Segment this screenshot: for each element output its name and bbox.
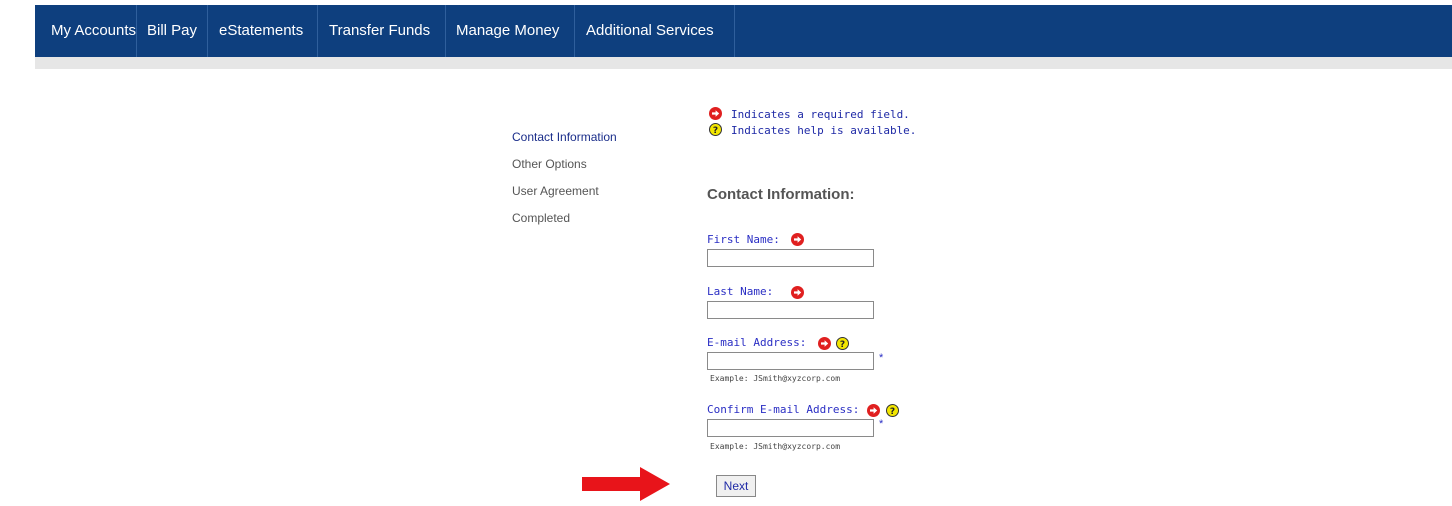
last-name-field[interactable] <box>707 301 874 319</box>
next-button[interactable]: Next <box>716 475 756 497</box>
legend-help-text: Indicates help is available. <box>731 124 917 137</box>
nav-separator <box>445 5 446 57</box>
confirm-email-asterisk: * <box>879 418 884 430</box>
nav-my-accounts[interactable]: My Accounts <box>51 5 136 57</box>
step-contact-information: Contact Information <box>512 130 617 144</box>
step-completed: Completed <box>512 211 571 225</box>
nav-separator <box>734 5 735 57</box>
red-pointer-arrow-icon <box>582 467 670 506</box>
svg-text:?: ? <box>840 340 845 350</box>
section-title: Contact Information: <box>707 186 855 203</box>
nav-separator <box>574 5 575 57</box>
step-user-agreement: User Agreement <box>512 184 599 198</box>
svg-text:?: ? <box>890 407 895 417</box>
confirm-email-field[interactable] <box>707 419 874 437</box>
first-name-field[interactable] <box>707 249 874 267</box>
nav-additional-services[interactable]: Additional Services <box>586 5 714 57</box>
nav-separator <box>136 5 137 57</box>
top-navigation: My Accounts Bill Pay eStatements Transfe… <box>35 5 1452 57</box>
required-arrow-icon <box>791 233 804 246</box>
confirm-email-label: Confirm E-mail Address: <box>707 403 860 416</box>
email-asterisk: * <box>879 352 884 364</box>
subheader-bar <box>35 57 1452 69</box>
nav-bill-pay[interactable]: Bill Pay <box>147 5 197 57</box>
email-example: Example: JSmith@xyzcorp.com <box>710 374 841 383</box>
nav-estatements[interactable]: eStatements <box>219 5 303 57</box>
nav-separator <box>317 5 318 57</box>
last-name-label: Last Name: <box>707 285 774 298</box>
email-field[interactable] <box>707 352 874 370</box>
confirm-email-example: Example: JSmith@xyzcorp.com <box>710 442 841 451</box>
required-arrow-icon <box>709 107 722 120</box>
svg-text:?: ? <box>713 126 718 136</box>
legend-required-text: Indicates a required field. <box>731 108 910 121</box>
email-label: E-mail Address: <box>707 336 807 349</box>
nav-separator <box>207 5 208 57</box>
required-arrow-icon <box>791 286 804 299</box>
step-other-options: Other Options <box>512 157 587 171</box>
first-name-label: First Name: <box>707 233 780 246</box>
nav-transfer-funds[interactable]: Transfer Funds <box>329 5 430 57</box>
help-question-icon: ? <box>709 123 722 136</box>
required-arrow-icon <box>818 337 831 350</box>
help-question-icon[interactable]: ? <box>836 337 849 350</box>
required-arrow-icon <box>867 404 880 417</box>
help-question-icon[interactable]: ? <box>886 404 899 417</box>
nav-manage-money[interactable]: Manage Money <box>456 5 559 57</box>
